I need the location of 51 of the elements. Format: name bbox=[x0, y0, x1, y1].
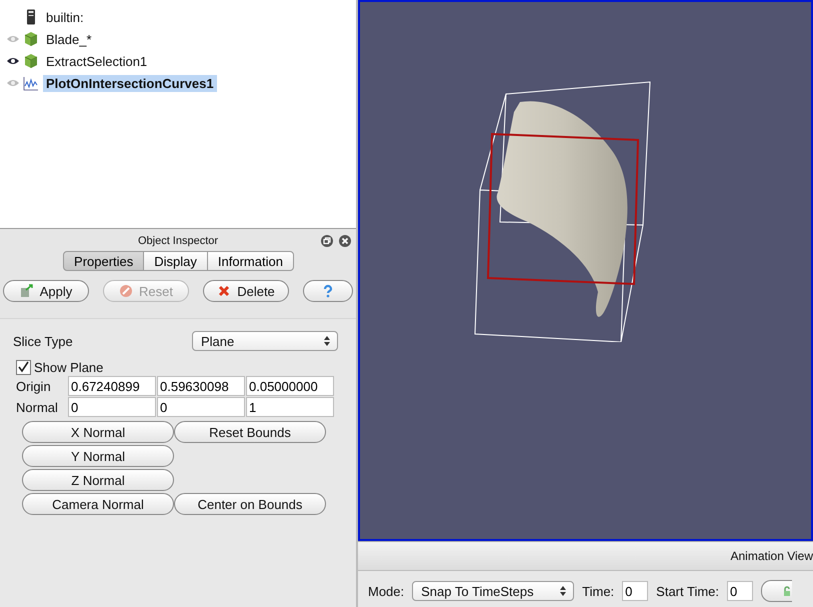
slice-type-dropdown[interactable]: Plane bbox=[192, 331, 338, 351]
field-label: Normal bbox=[16, 400, 59, 414]
button[interactable]: X Normal bbox=[22, 421, 174, 443]
number-field[interactable]: 0.59630098 bbox=[157, 376, 245, 396]
apply-button[interactable]: Apply bbox=[3, 280, 89, 302]
number-field[interactable]: 0 bbox=[68, 397, 156, 417]
number-field[interactable]: 1 bbox=[246, 397, 334, 417]
button[interactable]: Z Normal bbox=[22, 469, 174, 491]
pipeline-item[interactable]: builtin: bbox=[43, 8, 87, 26]
stepper-arrows-icon bbox=[559, 585, 568, 597]
number-field[interactable]: 0.67240899 bbox=[68, 376, 156, 396]
x-icon bbox=[217, 284, 232, 298]
field-label: Start Time: bbox=[656, 584, 720, 598]
button[interactable]: Y Normal bbox=[22, 445, 174, 467]
panel-title: Object Inspector bbox=[138, 235, 218, 247]
tab[interactable]: Properties bbox=[63, 251, 144, 271]
tab[interactable]: Information bbox=[206, 251, 294, 271]
cube-icon bbox=[23, 53, 39, 69]
tab[interactable]: Display bbox=[143, 251, 208, 271]
help-icon bbox=[321, 284, 335, 298]
cube-icon bbox=[23, 31, 39, 47]
checkbox[interactable] bbox=[16, 360, 31, 375]
mode-dropdown[interactable]: Snap To TimeSteps bbox=[412, 581, 574, 601]
field-label: Mode: bbox=[368, 584, 404, 598]
field-label: Time: bbox=[582, 584, 614, 598]
number-field[interactable]: 0.05000000 bbox=[246, 376, 334, 396]
button[interactable]: Center on Bounds bbox=[174, 493, 326, 515]
button[interactable]: Reset Bounds bbox=[174, 421, 326, 443]
render-view[interactable] bbox=[358, 0, 813, 541]
start-time-field[interactable]: 0 bbox=[727, 581, 754, 601]
time-field[interactable]: 0 bbox=[622, 581, 648, 601]
button[interactable]: Camera Normal bbox=[22, 493, 174, 515]
no-entry-icon bbox=[119, 284, 134, 298]
float-icon[interactable] bbox=[321, 235, 333, 247]
field-label: Slice Type bbox=[13, 334, 73, 348]
delete-button[interactable]: Delete bbox=[203, 280, 289, 302]
checkbox-label: Show Plane bbox=[34, 360, 104, 375]
pipeline-item[interactable]: ExtractSelection1 bbox=[43, 52, 150, 70]
lock-button[interactable] bbox=[761, 580, 792, 602]
eye-icon[interactable] bbox=[6, 56, 20, 66]
apply-icon bbox=[20, 284, 34, 298]
lock-icon bbox=[782, 586, 792, 596]
panel-title: Animation View bbox=[730, 549, 813, 563]
help-button[interactable] bbox=[303, 280, 353, 302]
line-chart-icon bbox=[23, 75, 39, 91]
number-field[interactable]: 0 bbox=[157, 397, 245, 417]
close-icon[interactable] bbox=[339, 235, 351, 247]
pipeline-item[interactable]: PlotOnIntersectionCurves1 bbox=[43, 74, 217, 92]
pipeline-item[interactable]: Blade_* bbox=[43, 30, 95, 48]
field-label: Origin bbox=[16, 378, 52, 394]
stepper-arrows-icon bbox=[323, 335, 331, 347]
